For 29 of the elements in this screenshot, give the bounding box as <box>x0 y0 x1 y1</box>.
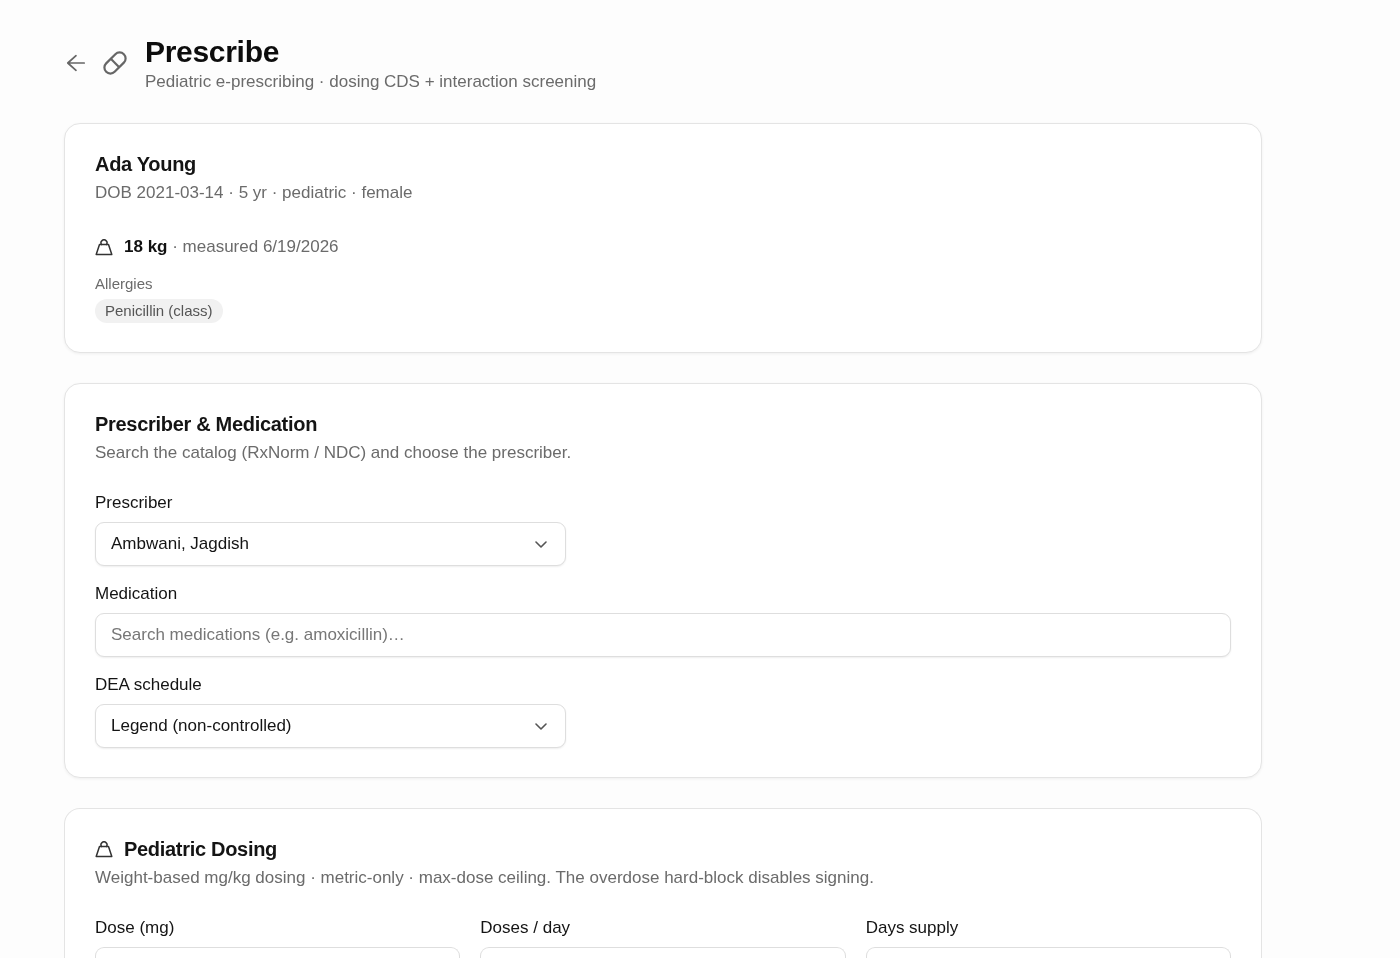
dropdown-field[interactable]: Legend (non-controlled) <box>95 704 566 748</box>
section-description: Weight-based mg/kg dosing · metric-only · max-dose ceiling. The overdose hard-block disables signing. <box>95 867 875 889</box>
patient-details: DOB 2021-03-14 · 5 yr · pediatric · female <box>95 182 414 204</box>
arrow-left-icon <box>66 53 86 73</box>
input-field[interactable] <box>480 947 846 958</box>
page-subtitle: Pediatric e-prescribing · dosing CDS + interaction screening <box>145 70 597 93</box>
allergy-tag: Penicillin (class) <box>95 299 223 323</box>
field-label: Medication <box>95 583 179 605</box>
weight-text: 18 kg · measured 6/19/2026 <box>124 236 339 258</box>
section-title: Pediatric Dosing <box>124 837 277 861</box>
field-label: Doses / day <box>480 917 572 939</box>
search-field[interactable]: Search medications (e.g. amoxicillin)… <box>95 613 1231 657</box>
allergies-label: Allergies <box>95 274 154 294</box>
input-field[interactable] <box>95 947 461 958</box>
chevron-down-icon <box>535 540 547 548</box>
input-field[interactable] <box>865 947 1231 958</box>
section-title: Prescriber & Medication <box>95 412 318 436</box>
weight-icon <box>95 840 113 858</box>
pill-icon <box>101 49 129 77</box>
field-label: Days supply <box>865 917 960 939</box>
dropdown-field[interactable]: Ambwani, Jagdish <box>95 522 566 566</box>
field-label: DEA schedule <box>95 674 203 696</box>
page-title: Prescribe <box>145 33 281 70</box>
weight-icon <box>95 238 113 256</box>
chevron-down-icon <box>535 722 547 730</box>
field-label: Dose (mg) <box>95 917 176 939</box>
patient-name: Ada Young <box>95 152 197 176</box>
section-description: Search the catalog (RxNorm / NDC) and choose the prescriber. <box>95 442 573 464</box>
field-label: Prescriber <box>95 492 174 514</box>
